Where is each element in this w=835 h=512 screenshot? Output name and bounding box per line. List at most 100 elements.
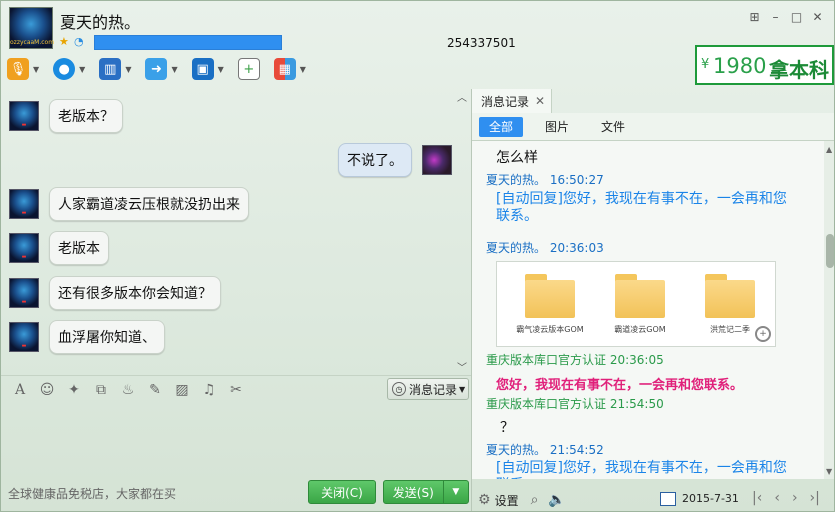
music-icon[interactable]: ♫ [200, 381, 218, 399]
shared-image[interactable]: 霸气凌云版本GOM 霸道凌云GOM 洪荒记二季 + [496, 261, 776, 347]
avatar[interactable]: ▬ [9, 189, 39, 219]
close-window-button[interactable]: ✕ [807, 8, 828, 26]
chevron-down-icon[interactable]: ▼ [171, 65, 177, 74]
speaker-icon[interactable]: 🔈 [548, 492, 565, 508]
ad-yen: ¥ [701, 57, 710, 72]
font-icon[interactable]: A [11, 381, 29, 399]
voice-message-icon[interactable]: ♨ [119, 381, 137, 399]
scroll-down-icon[interactable]: ▼ [826, 467, 832, 476]
scissors-icon[interactable]: ✂ [227, 381, 245, 399]
prev-page-icon[interactable]: ‹ [774, 490, 780, 506]
message-bubble: 老版本 [49, 231, 109, 265]
contact-name[interactable]: 夏天的热。 [60, 9, 140, 33]
shake-icon[interactable]: ⧉ [92, 381, 110, 399]
gear-icon[interactable]: ⚙ [478, 492, 491, 508]
folder-icon [705, 274, 755, 318]
chevron-down-icon: ▼ [459, 384, 466, 394]
emoji-icon[interactable]: ☺ [38, 381, 56, 399]
ad-amount: 1980 [713, 54, 767, 78]
message-input[interactable] [1, 403, 471, 477]
contact-avatar[interactable]: ozzycaaM.com [9, 7, 54, 49]
first-page-icon[interactable]: |‹ [752, 490, 762, 506]
next-page-icon[interactable]: › [792, 490, 798, 506]
settings-label[interactable]: 设置 [495, 492, 519, 509]
scroll-down-icon[interactable]: ﹀ [457, 359, 467, 374]
chat-history[interactable]: ︿ ▬ 老版本？ 不说了。 ▬ 人家霸道凌云压根就没扔出来 ▬ 老版本 ▬ 还有… [1, 89, 471, 375]
avatar[interactable]: ▬ [9, 101, 39, 131]
history-message: 怎么样 [496, 150, 538, 166]
history-meta: 重庆版本库口官方认证 21:54:50 [486, 397, 664, 411]
message-row: ▬ 人家霸道凌云压根就没扔出来 [9, 187, 249, 221]
scroll-up-icon[interactable]: ▲ [826, 145, 832, 154]
image-icon[interactable]: ▨ [173, 381, 191, 399]
message-history-button[interactable]: ◷ 消息记录 ▼ [387, 378, 469, 400]
message-row: 不说了。 [338, 143, 452, 177]
edit-icon[interactable]: ✎ [146, 381, 164, 399]
microphone-icon: 🎙 [7, 58, 29, 80]
message-bubble: 人家霸道凌云压根就没扔出来 [49, 187, 249, 221]
ad-text: 拿本科 [769, 58, 829, 82]
avatar[interactable] [422, 145, 452, 175]
send-label: 发送(S) [392, 485, 434, 500]
avatar[interactable]: ▬ [9, 322, 39, 352]
remote-desktop-button[interactable]: ▣ ▼ [191, 55, 224, 83]
scrollbar-thumb[interactable] [826, 234, 834, 268]
input-toolbar: A ☺ ✦ ⧉ ♨ ✎ ▨ ♫ ✂ ◷ 消息记录 ▼ [1, 375, 471, 403]
voice-call-button[interactable]: 🎙 ▼ [7, 55, 39, 83]
magic-wand-icon[interactable]: ✦ [65, 381, 83, 399]
header: ozzycaaM.com 夏天的热。 ★ ◔ 254337501 ⊞ – □ ✕… [1, 1, 834, 89]
signature-bar[interactable] [94, 35, 282, 50]
send-options-chevron-icon[interactable]: ▼ [442, 481, 468, 503]
apps-button[interactable]: ▦ ▼ [273, 55, 306, 83]
send-button[interactable]: 发送(S) ▼ [383, 480, 469, 504]
minimize-button[interactable]: – [765, 8, 786, 26]
history-footer: ⚙ 设置 ⌕ 🔈 2015-7-31 |‹ ‹ › ›| [472, 487, 834, 511]
input-tools: A ☺ ✦ ⧉ ♨ ✎ ▨ ♫ ✂ [11, 381, 245, 399]
chevron-down-icon[interactable]: ▼ [125, 65, 131, 74]
history-scrollbar[interactable]: ▲ ▼ [824, 141, 834, 479]
history-meta: 夏天的热。 20:36:03 [486, 241, 604, 255]
message-row: ▬ 还有很多版本你会知道？ [9, 276, 221, 310]
invite-button[interactable]: + [237, 55, 260, 83]
avatar[interactable]: ▬ [9, 278, 39, 308]
ad-banner[interactable]: ¥ 1980 拿本科 [695, 45, 834, 85]
file-transfer-button[interactable]: ➜ ▼ [145, 55, 178, 83]
history-date[interactable]: 2015-7-31 [682, 492, 739, 505]
message-bubble: 血浮屠你知道、 [49, 320, 165, 354]
filter-all[interactable]: 全部 [479, 116, 524, 137]
screen-share-button[interactable]: ▥ ▼ [99, 55, 131, 83]
close-tab-icon[interactable]: ✕ [535, 94, 545, 108]
chevron-down-icon[interactable]: ▼ [33, 65, 39, 74]
qzone-icon[interactable]: ◔ [74, 36, 85, 47]
search-icon[interactable]: ⌕ [531, 492, 539, 508]
avatar[interactable]: ▬ [9, 233, 39, 263]
zoom-icon[interactable]: + [755, 326, 771, 342]
chat-window: ozzycaaM.com 夏天的热。 ★ ◔ 254337501 ⊞ – □ ✕… [0, 0, 835, 512]
history-message: 您好，我现在有事不在，一会再和您联系。 [496, 378, 744, 393]
folder-arrow-icon: ➜ [145, 58, 168, 80]
ad-link[interactable]: 全球健康品免税店，大家都在买 [8, 485, 176, 502]
history-meta: 夏天的热。 16:50:27 [486, 173, 604, 187]
chevron-down-icon[interactable]: ▼ [79, 65, 85, 74]
video-call-button[interactable]: ● ▼ [53, 55, 85, 83]
filter-files[interactable]: 文件 [591, 117, 635, 137]
skin-icon[interactable]: ⊞ [744, 8, 765, 26]
tab-message-history[interactable]: 消息记录 ✕ [472, 89, 552, 113]
star-icon[interactable]: ★ [59, 36, 70, 47]
history-meta: 夏天的热。 21:54:52 [486, 443, 604, 457]
close-button[interactable]: 关闭(C) [308, 480, 376, 504]
calendar-icon[interactable] [660, 492, 676, 506]
filter-images[interactable]: 图片 [535, 117, 579, 137]
history-message: ？ [500, 420, 514, 436]
history-auto-reply: [自动回复]您好，我现在有事不在，一会再和您联系。 [496, 460, 787, 479]
clock-icon: ◷ [392, 382, 406, 396]
scroll-up-icon[interactable]: ︿ [457, 89, 467, 104]
history-meta: 重庆版本库口官方认证 20:36:05 [486, 353, 664, 367]
chevron-down-icon[interactable]: ▼ [300, 65, 306, 74]
history-list[interactable]: 怎么样 夏天的热。 16:50:27 [自动回复]您好，我现在有事不在，一会再和… [472, 141, 824, 479]
history-auto-reply: [自动回复]您好，我现在有事不在，一会再和您联系。 [496, 191, 787, 224]
chevron-down-icon[interactable]: ▼ [218, 65, 224, 74]
history-panel: 消息记录 ✕ 全部 图片 文件 怎么样 夏天的热。 16:50:27 [自动回复… [471, 89, 834, 511]
maximize-button[interactable]: □ [786, 8, 807, 26]
last-page-icon[interactable]: ›| [810, 490, 820, 506]
